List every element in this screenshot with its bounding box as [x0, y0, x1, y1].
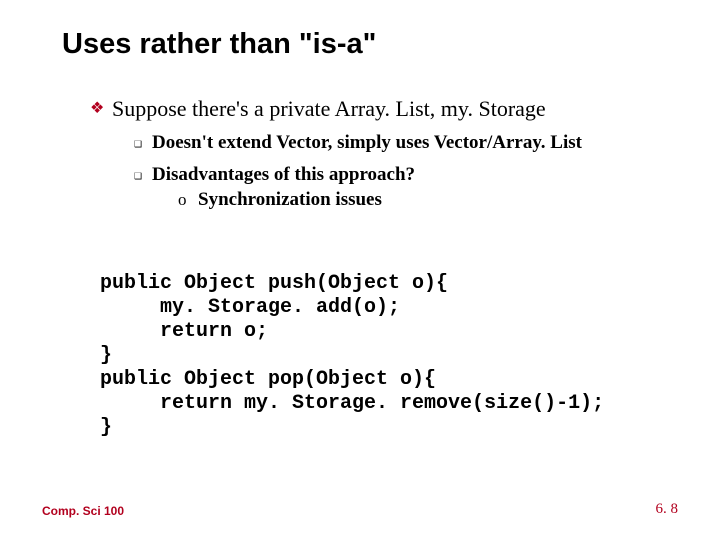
- bullet-level3: o Synchronization issues: [178, 189, 680, 211]
- bullet-level1: ❖ Suppose there's a private Array. List,…: [90, 95, 680, 123]
- slide-title: Uses rather than "is-a": [62, 28, 376, 61]
- footer-course: Comp. Sci 100: [42, 504, 124, 518]
- bullet-text: Disadvantages of this approach?: [152, 163, 415, 187]
- code-block: public Object push(Object o){ my. Storag…: [100, 272, 604, 440]
- bullet-level2: ❑ Disadvantages of this approach?: [134, 163, 680, 187]
- diamond-icon: ❖: [90, 95, 112, 123]
- footer-page-number: 6. 8: [656, 501, 679, 518]
- square-icon: ❑: [134, 163, 152, 187]
- bullet-level2: ❑ Doesn't extend Vector, simply uses Vec…: [134, 131, 680, 155]
- bullet-text: Doesn't extend Vector, simply uses Vecto…: [152, 131, 582, 155]
- bullet-text: Suppose there's a private Array. List, m…: [112, 95, 546, 123]
- slide: Uses rather than "is-a" ❖ Suppose there'…: [0, 0, 720, 540]
- bullet-text: Synchronization issues: [198, 189, 382, 211]
- circle-icon: o: [178, 189, 198, 211]
- content-body: ❖ Suppose there's a private Array. List,…: [90, 95, 680, 211]
- square-icon: ❑: [134, 131, 152, 155]
